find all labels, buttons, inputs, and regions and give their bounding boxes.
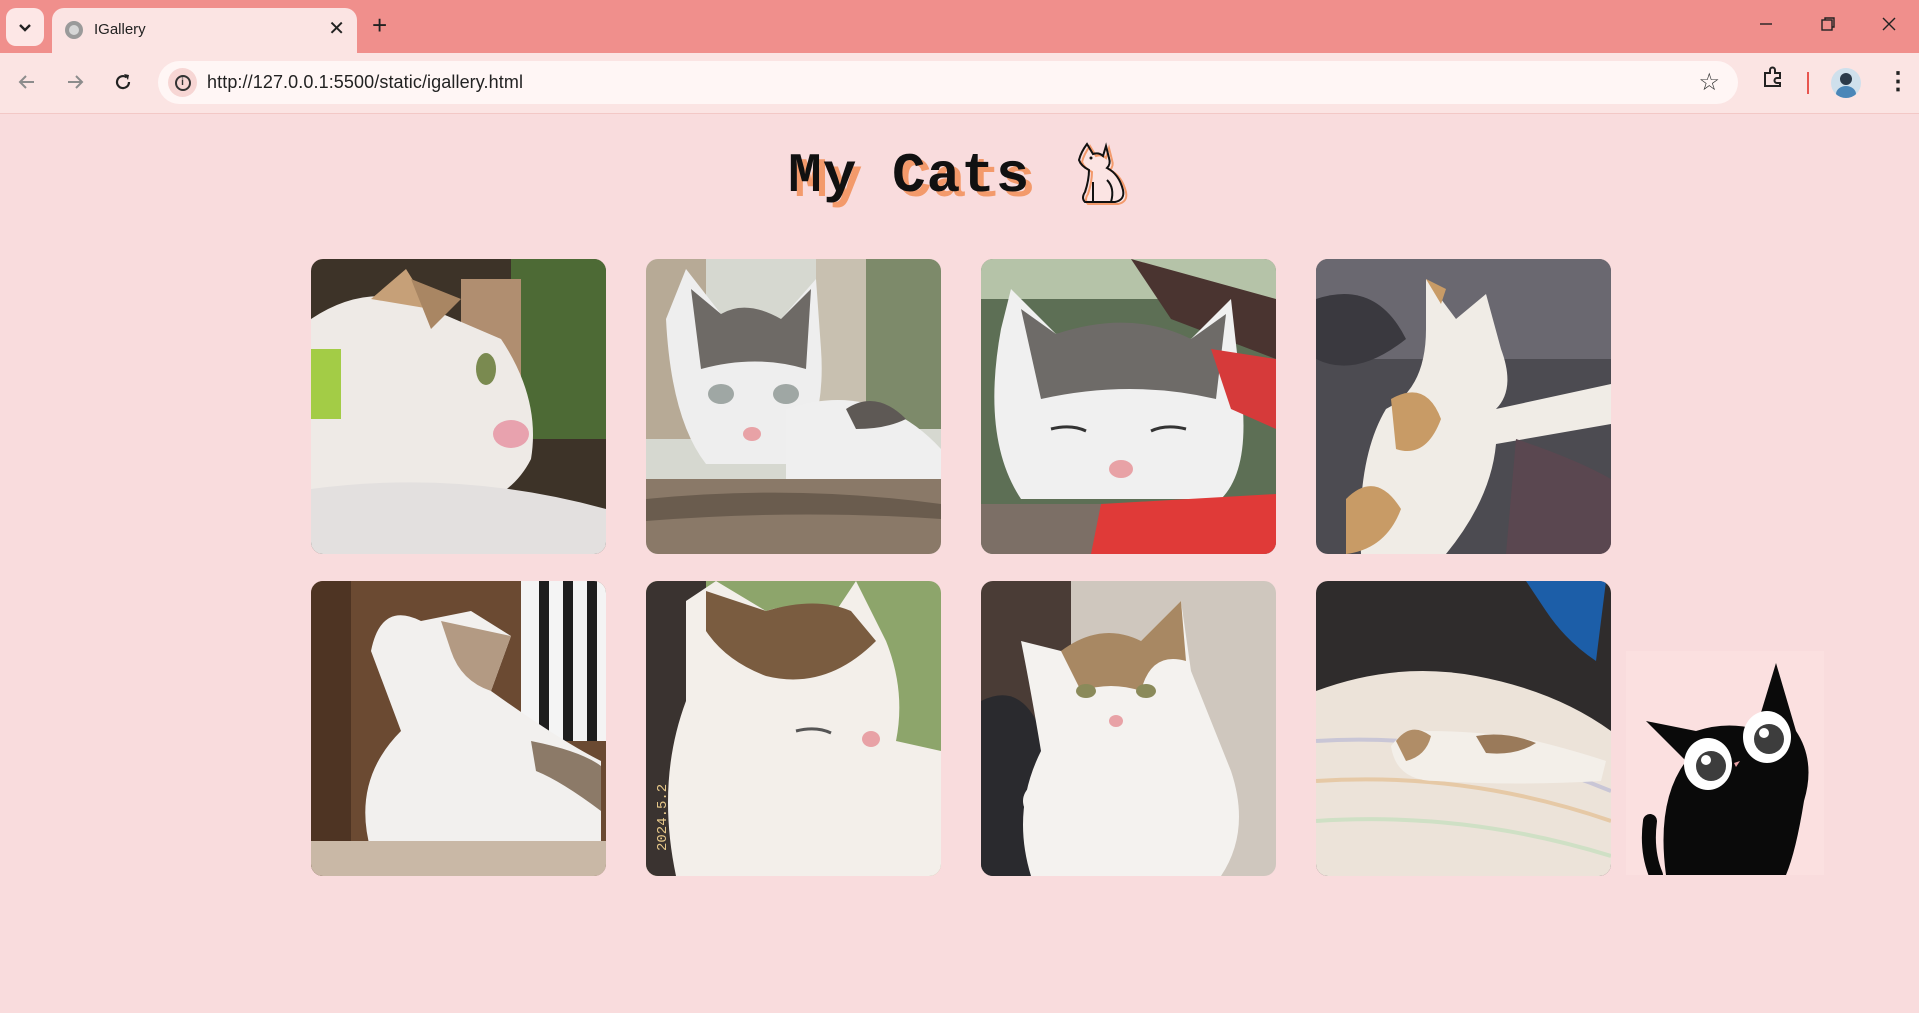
cat-photo-3[interactable] — [981, 259, 1276, 554]
restore-icon[interactable] — [1820, 14, 1836, 38]
tab-strip: IGallery ✕ + — [0, 0, 1919, 53]
extensions-icon[interactable] — [1760, 64, 1786, 95]
globe-icon — [65, 21, 83, 39]
forward-icon[interactable] — [64, 71, 86, 98]
bookmark-star-icon[interactable]: ☆ — [1698, 68, 1720, 97]
tab-igallery[interactable]: IGallery ✕ — [52, 8, 357, 53]
cat-photo-4[interactable] — [1316, 259, 1611, 554]
window-close-icon[interactable] — [1881, 14, 1897, 38]
cat-photo-7[interactable] — [981, 581, 1276, 876]
minimize-icon[interactable] — [1758, 14, 1774, 38]
photo-date-stamp: 2024.5.2 — [655, 784, 671, 851]
cat-outline-icon — [1071, 140, 1131, 211]
cat-photo-6[interactable]: 2024.5.2 — [646, 581, 941, 876]
new-tab-plus-icon[interactable]: + — [372, 12, 387, 38]
tab-search-button[interactable] — [6, 8, 44, 46]
url-text[interactable]: http://127.0.0.1:5500/static/igallery.ht… — [207, 72, 523, 93]
cat-photo-2[interactable] — [646, 259, 941, 554]
black-cat-illustration — [1626, 651, 1824, 882]
reload-icon[interactable] — [112, 71, 134, 98]
back-icon[interactable] — [16, 71, 38, 98]
more-menu-icon[interactable]: ⋮ — [1886, 68, 1910, 96]
page-title: My Cats — [788, 143, 1031, 208]
chevron-down-icon — [19, 24, 31, 32]
site-info-icon[interactable]: i — [168, 68, 197, 97]
address-bar[interactable]: i http://127.0.0.1:5500/static/igallery.… — [158, 61, 1738, 104]
tab-close-icon[interactable]: ✕ — [328, 18, 345, 40]
tab-title: IGallery — [94, 21, 146, 38]
cat-photo-5[interactable] — [311, 581, 606, 876]
profile-avatar[interactable] — [1831, 68, 1861, 98]
page-heading: My Cats — [0, 140, 1919, 211]
cat-photo-8[interactable] — [1316, 581, 1611, 876]
toolbar: i http://127.0.0.1:5500/static/igallery.… — [0, 53, 1919, 114]
cat-photo-1[interactable] — [311, 259, 606, 554]
toolbar-divider — [1807, 72, 1809, 94]
